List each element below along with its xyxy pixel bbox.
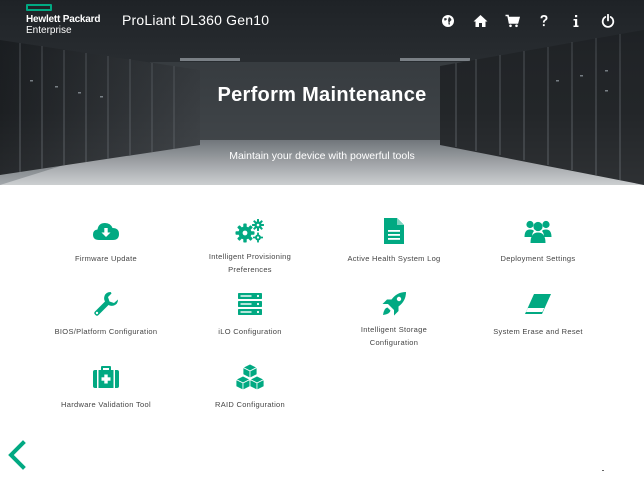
rocket-icon: [382, 292, 406, 316]
tile-label-line2: Configuration: [369, 338, 419, 347]
cart-button[interactable]: [496, 11, 528, 31]
tile-label: Hardware Validation Tool: [61, 400, 151, 409]
tile-ilo-configuration[interactable]: iLO Configuration: [178, 289, 322, 359]
home-button[interactable]: [464, 11, 496, 31]
info-icon: [573, 15, 579, 27]
tile-label: Firmware Update: [74, 254, 138, 263]
hpe-logo-element: [26, 4, 52, 11]
server-icon: [238, 293, 262, 315]
tile-active-health-system-log[interactable]: Active Health System Log: [322, 216, 466, 286]
medkit-icon: [93, 366, 119, 388]
corner-mark: [602, 470, 604, 471]
tile-intelligent-storage-configuration[interactable]: Intelligent Storage Configuration: [322, 281, 466, 351]
tile-label-line1: Intelligent Provisioning: [208, 252, 292, 261]
tile-firmware-update[interactable]: Firmware Update: [34, 216, 178, 286]
logo-text-line1: Hewlett Packard: [26, 14, 101, 25]
cart-icon: [505, 14, 520, 28]
back-button[interactable]: [6, 440, 30, 470]
tile-label-line2: Preferences: [228, 265, 272, 274]
tile-system-erase-and-reset[interactable]: System Erase and Reset: [466, 289, 610, 359]
page-subtitle: Maintain your device with powerful tools: [229, 150, 415, 162]
tile-hardware-validation-tool[interactable]: Hardware Validation Tool: [34, 362, 178, 432]
tile-label: Deployment Settings: [500, 254, 576, 263]
power-button[interactable]: [592, 11, 624, 31]
tile-deployment-settings[interactable]: Deployment Settings: [466, 216, 610, 286]
tile-label: BIOS/Platform Configuration: [54, 327, 158, 336]
chevron-left-icon: [8, 440, 26, 470]
tile-label: iLO Configuration: [218, 327, 282, 336]
top-icon-bar: [432, 11, 624, 31]
tile-label: Intelligent Provisioning Preferences: [178, 250, 322, 276]
tile-label: System Erase and Reset: [493, 327, 583, 336]
language-button[interactable]: [432, 11, 464, 31]
tile-label: Active Health System Log: [347, 254, 441, 263]
cubes-icon: [235, 363, 265, 391]
tile-label-line1: Intelligent Storage: [360, 325, 428, 334]
wrench-icon: [94, 292, 118, 316]
hpe-logo: Hewlett Packard Enterprise: [26, 4, 106, 36]
tile-bios-platform-configuration[interactable]: BIOS/Platform Configuration: [34, 289, 178, 359]
top-bar: Hewlett Packard Enterprise ProLiant DL36…: [0, 0, 644, 42]
users-icon: [524, 220, 552, 243]
product-title: ProLiant DL360 Gen10: [122, 12, 270, 28]
page-title: Perform Maintenance: [217, 84, 427, 106]
eraser-icon: [525, 294, 551, 314]
document-icon: [384, 218, 404, 244]
help-icon: [540, 15, 548, 27]
power-icon: [601, 14, 615, 28]
tile-label: Intelligent Storage Configuration: [322, 323, 466, 349]
help-button[interactable]: [528, 11, 560, 31]
tile-label: RAID Configuration: [214, 400, 285, 409]
cloud-download-icon: [93, 223, 119, 240]
tile-raid-configuration[interactable]: RAID Configuration: [178, 362, 322, 432]
logo-text-line2: Enterprise: [26, 25, 72, 36]
home-icon: [473, 15, 487, 27]
tile-intelligent-provisioning-preferences[interactable]: Intelligent Provisioning Preferences: [178, 208, 322, 278]
info-button[interactable]: [560, 11, 592, 31]
globe-icon: [442, 15, 454, 27]
gears-icon: [235, 219, 264, 243]
